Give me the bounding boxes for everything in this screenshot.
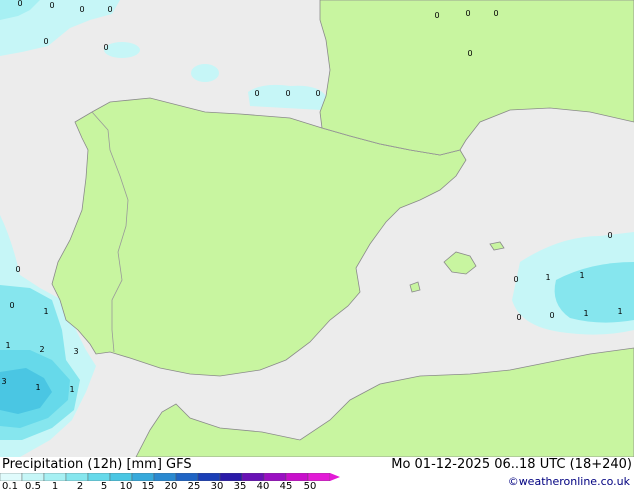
legend-swatch <box>0 473 23 481</box>
grid-value-label: 0 <box>107 5 112 14</box>
grid-value-label: 1 <box>5 341 10 350</box>
grid-value-label: 0 <box>434 11 439 20</box>
legend-tick-label: 35 <box>233 481 247 492</box>
legend-swatch <box>285 473 309 481</box>
legend-tick-label: 25 <box>187 481 201 492</box>
grid-value-label: 0 <box>15 265 20 274</box>
legend-swatch <box>153 473 177 481</box>
legend-swatch <box>21 473 45 481</box>
grid-value-label: 3 <box>73 347 78 356</box>
legend-tick-label: 30 <box>210 481 224 492</box>
legend-swatch <box>241 473 265 481</box>
grid-value-label: 1 <box>579 271 584 280</box>
grid-value-label: 0 <box>467 49 472 58</box>
legend-colorbar <box>0 473 340 481</box>
grid-value-label: 0 <box>254 89 259 98</box>
legend-tick-label: 45 <box>279 481 293 492</box>
grid-value-label: 3 <box>1 377 6 386</box>
grid-value-label: 0 <box>79 5 84 14</box>
legend-tick-label: 20 <box>164 481 178 492</box>
map-title: Precipitation (12h) [mm] GFS <box>2 457 192 472</box>
grid-value-label: 1 <box>583 309 588 318</box>
grid-value-label: 0 <box>607 231 612 240</box>
grid-value-label: 0 <box>49 1 54 10</box>
grid-value-label: 1 <box>35 383 40 392</box>
grid-value-label: 0 <box>513 275 518 284</box>
grid-value-label: 0 <box>17 0 22 8</box>
legend-swatch <box>219 473 243 481</box>
grid-value-label: 0 <box>285 89 290 98</box>
legend-tick-label: 10 <box>119 481 133 492</box>
grid-value-label: 0 <box>43 37 48 46</box>
legend-swatch <box>175 473 199 481</box>
grid-value-label: 0 <box>315 89 320 98</box>
legend-swatch <box>307 473 331 481</box>
map-svg: 0 0 0 0 0 0 0 0 0 0 0 0 0 0 0 1 0 1 1 1 0 0 0 1 2 1 3 3 1 1 <box>0 0 634 457</box>
legend-tick-label: 0.5 <box>25 481 41 492</box>
grid-value-label: 1 <box>617 307 622 316</box>
grid-value-label: 0 <box>516 313 521 322</box>
grid-value-label: 1 <box>545 273 550 282</box>
grid-value-label: 1 <box>69 385 74 394</box>
legend-swatch <box>43 473 67 481</box>
legend-swatch <box>263 473 287 481</box>
legend-overflow-arrow <box>330 473 340 481</box>
precip-area-small-2 <box>191 64 219 82</box>
credit-link[interactable]: ©weatheronline.co.uk <box>508 475 630 488</box>
grid-value-label: 0 <box>9 301 14 310</box>
legend-tick-label: 5 <box>100 481 108 492</box>
legend-swatch <box>131 473 155 481</box>
legend-swatch <box>87 473 111 481</box>
legend-tick-label: 1 <box>51 481 59 492</box>
grid-value-label: 0 <box>549 311 554 320</box>
legend-tick-label: 15 <box>141 481 155 492</box>
legend-swatch <box>65 473 89 481</box>
precipitation-map: 0 0 0 0 0 0 0 0 0 0 0 0 0 0 0 1 0 1 1 1 0 0 0 1 2 1 3 3 1 1 <box>0 0 634 457</box>
legend-tick-label: 2 <box>76 481 84 492</box>
legend-swatch <box>197 473 221 481</box>
grid-value-label: 0 <box>465 9 470 18</box>
legend-tick-label: 50 <box>303 481 317 492</box>
precip-area-small-1 <box>104 42 140 58</box>
grid-value-label: 0 <box>103 43 108 52</box>
legend-swatch <box>109 473 133 481</box>
legend-tick-label: 40 <box>256 481 270 492</box>
valid-time: Mo 01-12-2025 06..18 UTC (18+240) <box>391 457 632 472</box>
grid-value-label: 0 <box>493 9 498 18</box>
grid-value-label: 1 <box>43 307 48 316</box>
legend-tick-label: 0.1 <box>2 481 18 492</box>
grid-value-label: 2 <box>39 345 44 354</box>
